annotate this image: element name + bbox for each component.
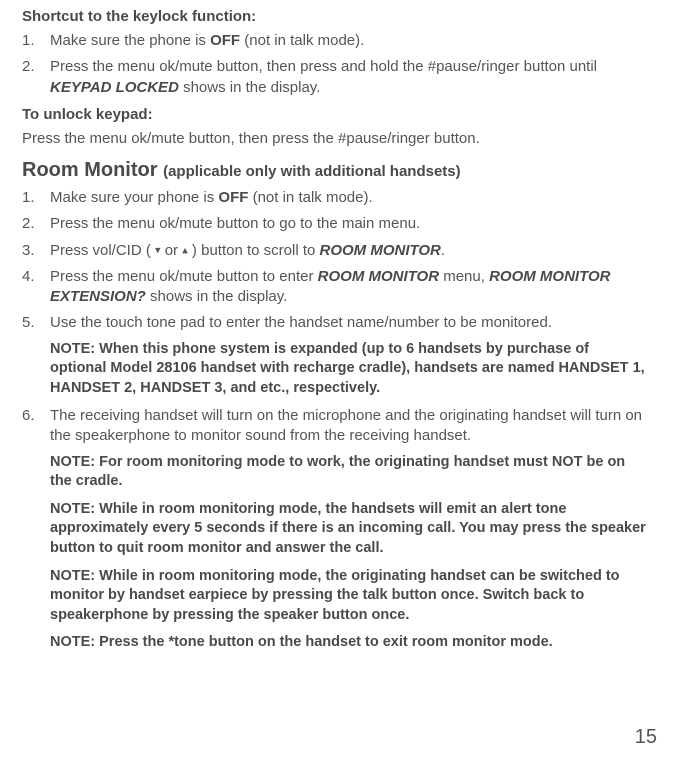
text: ) button to scroll to <box>188 242 320 259</box>
note-5: NOTE: Press the *tone button on the hand… <box>50 633 647 653</box>
rm-item-2: Press the menu ok/mute button to go to t… <box>22 214 647 234</box>
room-monitor-label: ROOM MONITOR <box>318 268 439 285</box>
text: shows in the display. <box>179 79 320 96</box>
page-number: 15 <box>635 726 657 749</box>
rm-item-1: Make sure your phone is OFF (not in talk… <box>22 188 647 208</box>
shortcut-item-2: Press the menu ok/mute button, then pres… <box>22 57 647 98</box>
text: Press vol/CID ( <box>50 242 155 259</box>
room-monitor-list: Make sure your phone is OFF (not in talk… <box>22 188 647 653</box>
text: Press the menu ok/mute button, then pres… <box>50 58 597 75</box>
note-1: NOTE: When this phone system is expanded… <box>50 340 647 399</box>
rm-item-5: Use the touch tone pad to enter the hand… <box>22 313 647 398</box>
title-main: Room Monitor <box>22 159 163 181</box>
text: . <box>441 242 445 259</box>
title-sub: (applicable only with additional handset… <box>163 163 461 180</box>
shortcut-list: Make sure the phone is OFF (not in talk … <box>22 31 647 98</box>
text: Press the menu ok/mute button to enter <box>50 268 318 285</box>
off-label: OFF <box>218 189 248 206</box>
text: Use the touch tone pad to enter the hand… <box>50 314 552 331</box>
rm-item-4: Press the menu ok/mute button to enter R… <box>22 267 647 308</box>
text: Make sure your phone is <box>50 189 218 206</box>
note-4: NOTE: While in room monitoring mode, the… <box>50 567 647 626</box>
rm-item-6: The receiving handset will turn on the m… <box>22 406 647 653</box>
text: (not in talk mode). <box>240 32 364 49</box>
text: The receiving handset will turn on the m… <box>50 407 642 444</box>
room-monitor-label: ROOM MONITOR <box>320 242 441 259</box>
text: shows in the display. <box>146 288 287 305</box>
note-3: NOTE: While in room monitoring mode, the… <box>50 500 647 559</box>
rm-item-3: Press vol/CID ( ▾ or ▴ ) button to scrol… <box>22 241 647 261</box>
text: or <box>161 242 183 259</box>
text: (not in talk mode). <box>248 189 372 206</box>
shortcut-heading: Shortcut to the keylock function: <box>22 8 647 25</box>
text: Make sure the phone is <box>50 32 210 49</box>
off-label: OFF <box>210 32 240 49</box>
text: menu, <box>439 268 489 285</box>
room-monitor-title: Room Monitor (applicable only with addit… <box>22 159 647 182</box>
unlock-body: Press the menu ok/mute button, then pres… <box>22 129 647 149</box>
keypad-locked-label: KEYPAD LOCKED <box>50 79 179 96</box>
unlock-heading: To unlock keypad: <box>22 106 647 123</box>
shortcut-item-1: Make sure the phone is OFF (not in talk … <box>22 31 647 51</box>
note-2: NOTE: For room monitoring mode to work, … <box>50 453 647 492</box>
